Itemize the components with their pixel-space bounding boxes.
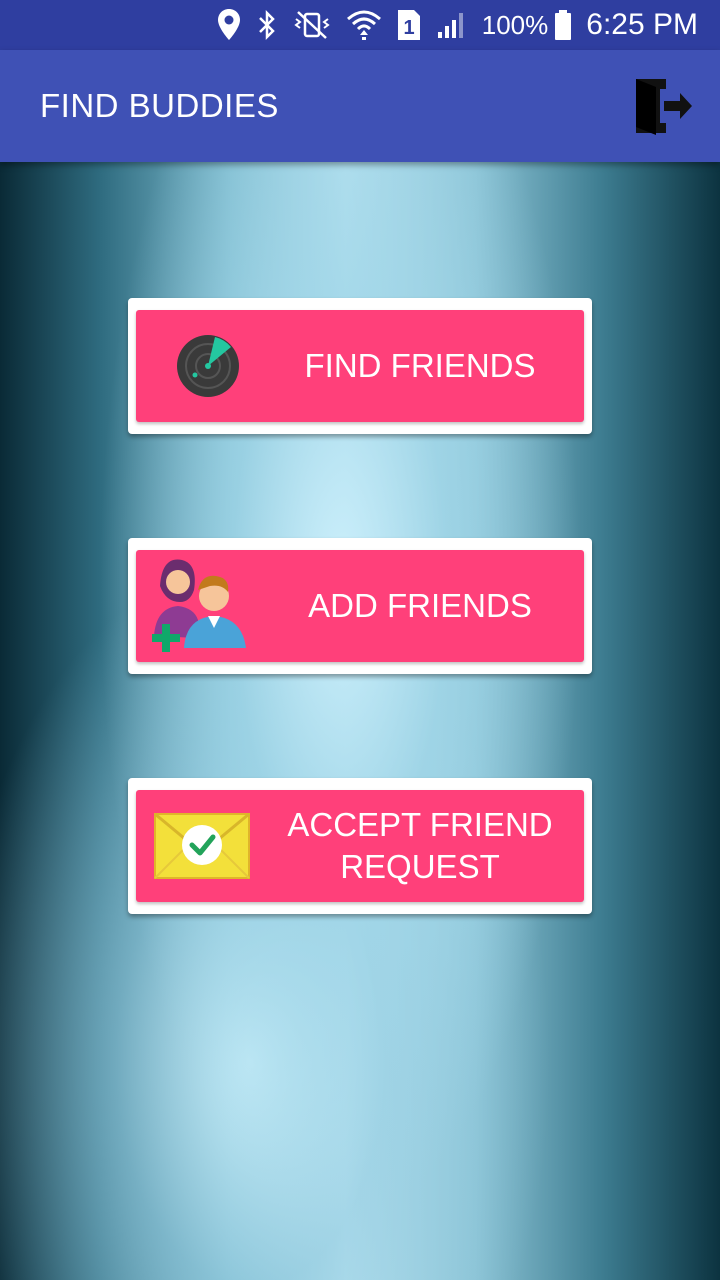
page-title: FIND BUDDIES: [40, 87, 279, 124]
accept-friend-request-label: ACCEPT FRIEND REQUEST: [287, 806, 553, 885]
accept-friend-request-button-face: ACCEPT FRIEND REQUEST: [136, 790, 584, 902]
accept-friend-request-button[interactable]: ACCEPT FRIEND REQUEST: [128, 778, 592, 914]
envelope-check-icon: [152, 804, 252, 888]
bluetooth-icon: [256, 9, 278, 41]
sim-slot-number: 1: [403, 17, 414, 39]
wifi-icon: [346, 9, 382, 41]
find-friends-label: FIND FRIENDS: [304, 347, 536, 384]
exit-button[interactable]: [632, 76, 696, 136]
sim-icon: 1: [396, 8, 422, 42]
signal-icon: [436, 10, 468, 40]
find-friends-button[interactable]: FIND FRIENDS: [128, 298, 592, 434]
battery-percent: 100%: [481, 9, 549, 40]
status-time: 6:25 PM: [586, 8, 698, 41]
radar-icon: [158, 324, 258, 408]
add-friends-button[interactable]: ADD FRIENDS: [128, 538, 592, 674]
find-friends-button-face: FIND FRIENDS: [136, 310, 584, 422]
exit-door-icon: [636, 79, 692, 135]
status-bar: 1 100% 6:25 PM: [0, 0, 720, 50]
location-icon: [216, 8, 242, 42]
vibrate-icon: [292, 10, 332, 40]
battery-icon: [554, 9, 572, 41]
add-friends-button-face: ADD FRIENDS: [136, 550, 584, 662]
add-friends-icon: [150, 556, 250, 652]
main-content: FIND FRIENDS ADD FRIENDS ACCEPT FRIEND R…: [0, 162, 720, 1280]
add-friends-label: ADD FRIENDS: [308, 587, 532, 624]
app-bar: FIND BUDDIES: [0, 50, 720, 162]
